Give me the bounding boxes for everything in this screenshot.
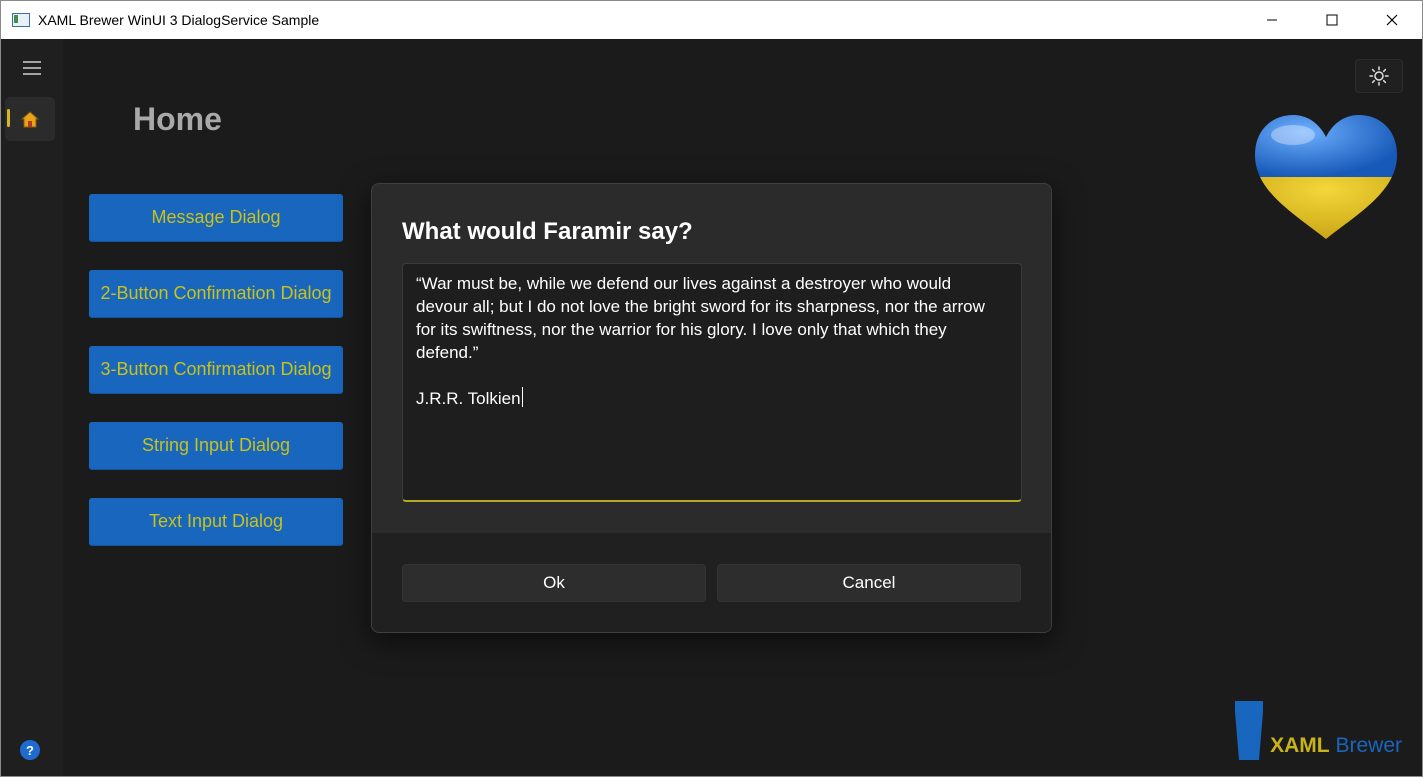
- dialog-button-bar: Ok Cancel: [372, 532, 1051, 632]
- quote-line: devour all; but I do not love the bright…: [416, 297, 985, 316]
- maximize-button[interactable]: [1302, 1, 1362, 39]
- xaml-brewer-logo: XAML Brewer: [1234, 700, 1402, 762]
- minimize-icon: [1267, 19, 1277, 21]
- close-icon: [1386, 14, 1398, 26]
- main-content: ? Home Message Dialog 2-Button Confirmat…: [1, 39, 1422, 776]
- cancel-button[interactable]: Cancel: [717, 564, 1021, 602]
- quote-line: defend.”: [416, 343, 479, 362]
- maximize-icon: [1326, 14, 1338, 26]
- navigation-pane: ?: [1, 39, 63, 776]
- text-input-dialog-button[interactable]: Text Input Dialog: [89, 498, 343, 546]
- app-window: XAML Brewer WinUI 3 DialogService Sample: [0, 0, 1423, 777]
- brand-name-part1: XAML: [1270, 734, 1330, 757]
- hamburger-menu-button[interactable]: [17, 53, 47, 83]
- sun-icon: [1369, 66, 1389, 86]
- page-title: Home: [133, 101, 222, 137]
- quote-line: for its swiftness, nor the warrior for h…: [416, 320, 947, 339]
- brand-name-part2: Brewer: [1335, 734, 1402, 757]
- string-input-dialog-button[interactable]: String Input Dialog: [89, 422, 343, 470]
- hamburger-icon: [23, 61, 41, 75]
- quote-line: “War must be, while we defend our lives …: [416, 274, 952, 293]
- ok-button[interactable]: Ok: [402, 564, 706, 602]
- beer-glass-icon: [1235, 701, 1264, 760]
- three-button-confirmation-dialog-button[interactable]: 3-Button Confirmation Dialog: [89, 346, 343, 394]
- help-icon[interactable]: ?: [20, 740, 40, 760]
- two-button-confirmation-dialog-button[interactable]: 2-Button Confirmation Dialog: [89, 270, 343, 318]
- window-title: XAML Brewer WinUI 3 DialogService Sample: [38, 12, 320, 28]
- dialog-text-input[interactable]: “War must be, while we defend our lives …: [402, 263, 1022, 502]
- home-icon: [21, 110, 39, 127]
- theme-toggle-button[interactable]: [1355, 59, 1403, 93]
- nav-item-home[interactable]: [5, 97, 55, 141]
- close-button[interactable]: [1362, 1, 1422, 39]
- ukraine-heart-icon: [1255, 115, 1397, 239]
- minimize-button[interactable]: [1242, 1, 1302, 39]
- selection-indicator: [7, 109, 10, 127]
- text-input-dialog: What would Faramir say? “War must be, wh…: [371, 183, 1052, 633]
- text-caret: [521, 387, 523, 407]
- message-dialog-button[interactable]: Message Dialog: [89, 194, 343, 242]
- quote-author: J.R.R. Tolkien: [416, 389, 521, 408]
- caption-buttons: [1242, 1, 1422, 39]
- dialog-title: What would Faramir say?: [402, 218, 693, 245]
- title-bar: XAML Brewer WinUI 3 DialogService Sample: [1, 1, 1422, 39]
- app-icon: [12, 13, 30, 27]
